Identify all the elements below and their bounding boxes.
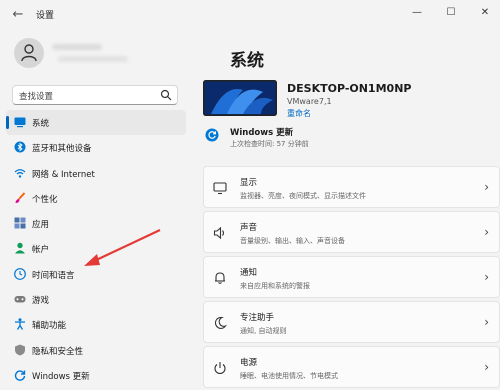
sidebar-item-label: 系统 xyxy=(32,119,50,129)
search-icon xyxy=(160,89,172,101)
settings-card-notifications[interactable]: 通知 来自应用和系统的警报 › xyxy=(203,256,500,298)
bell-icon xyxy=(215,272,225,284)
windows-update-icon xyxy=(14,370,26,381)
settings-card-power[interactable]: 电源 睡眠、电池使用情况、节电模式 › xyxy=(203,346,500,388)
sidebar-item-time-language[interactable]: 时间和语言 xyxy=(6,262,186,287)
card-title: 显示 xyxy=(240,178,258,188)
sidebar-item-windows-update[interactable]: Windows 更新 xyxy=(6,363,186,388)
monitor-icon xyxy=(213,182,227,195)
minimize-button[interactable]: — xyxy=(406,4,428,22)
device-thumbnail xyxy=(203,80,277,116)
person-icon xyxy=(15,243,25,254)
sidebar-item-label: 辅助功能 xyxy=(32,321,67,332)
chevron-right-icon: › xyxy=(484,270,489,284)
wifi-icon xyxy=(14,168,26,178)
device-name: DESKTOP-ON1M0NP xyxy=(287,82,412,95)
accessibility-icon xyxy=(15,318,25,331)
sidebar-item-label: 游戏 xyxy=(32,296,50,307)
device-model: VMware7,1 xyxy=(287,97,332,106)
back-button[interactable]: ← xyxy=(8,6,28,24)
moon-icon xyxy=(214,316,227,329)
card-description: 通知, 自动规则 xyxy=(240,327,287,335)
rename-link[interactable]: 重命名 xyxy=(287,108,311,119)
person-icon xyxy=(21,44,37,62)
settings-card-display[interactable]: 显示 监视器、亮度、夜间模式、显示描述文件 › xyxy=(203,166,500,208)
brush-icon xyxy=(15,192,26,203)
shield-icon xyxy=(15,344,25,356)
back-arrow-icon: ← xyxy=(12,7,24,22)
sidebar-item-bluetooth[interactable]: 蓝牙和其他设备 xyxy=(6,135,186,160)
system-icon xyxy=(14,117,26,128)
maximize-button[interactable]: ☐ xyxy=(440,4,462,22)
sidebar-item-label: 应用 xyxy=(32,220,50,231)
apps-icon xyxy=(14,217,26,229)
update-last-checked: 上次检查时间: 57 分钟前 xyxy=(230,140,309,148)
title-bar: ← 设置 — ☐ ✕ xyxy=(0,0,500,30)
card-description: 音量级别、输出、输入、声音设备 xyxy=(240,237,345,245)
chevron-right-icon: › xyxy=(484,315,489,329)
sidebar-item-privacy[interactable]: 隐私和安全性 xyxy=(6,338,186,363)
game-controller-icon xyxy=(14,296,26,303)
settings-card-sound[interactable]: 声音 音量级别、输出、输入、声音设备 › xyxy=(203,211,500,253)
sidebar-item-apps[interactable]: 应用 xyxy=(6,211,186,236)
windows-update-icon[interactable] xyxy=(205,128,219,142)
app-title: 设置 xyxy=(36,11,55,21)
sidebar-item-accounts[interactable]: 帐户 xyxy=(6,236,186,261)
sidebar-nav: 系统 蓝牙和其他设备 网络 & Internet 个性化 应用 帐户 时间和语言… xyxy=(6,110,186,388)
bluetooth-icon xyxy=(14,141,26,153)
page-title: 系统 xyxy=(230,51,264,71)
account-name-redacted xyxy=(52,44,102,50)
card-title: 电源 xyxy=(240,358,258,368)
chevron-right-icon: › xyxy=(484,180,489,194)
update-title[interactable]: Windows 更新 xyxy=(230,126,293,138)
search-input[interactable]: 查找设置 xyxy=(19,90,53,102)
sidebar-item-label: 隐私和安全性 xyxy=(32,346,84,357)
avatar[interactable] xyxy=(14,38,44,68)
card-title: 通知 xyxy=(240,268,258,278)
sidebar-item-accessibility[interactable]: 辅助功能 xyxy=(6,312,186,337)
sidebar-item-label: 网络 & Internet xyxy=(32,169,95,180)
speaker-icon xyxy=(213,226,225,240)
sidebar-item-gaming[interactable]: 游戏 xyxy=(6,287,186,312)
power-icon xyxy=(214,362,226,375)
card-title: 专注助手 xyxy=(240,313,275,323)
card-description: 监视器、亮度、夜间模式、显示描述文件 xyxy=(240,192,366,200)
chevron-right-icon: › xyxy=(484,225,489,239)
account-email-redacted xyxy=(58,56,128,62)
sidebar-item-label: 帐户 xyxy=(32,245,50,256)
globe-clock-icon xyxy=(14,267,26,280)
wallpaper-bloom-image xyxy=(203,80,277,116)
sidebar-item-personalization[interactable]: 个性化 xyxy=(6,186,186,211)
sidebar-item-label: 时间和语言 xyxy=(32,270,75,281)
chevron-right-icon: › xyxy=(484,360,489,374)
sidebar-item-label: 蓝牙和其他设备 xyxy=(32,144,92,155)
sidebar-item-system[interactable]: 系统 xyxy=(6,110,186,135)
close-button[interactable]: ✕ xyxy=(474,4,496,22)
card-title: 声音 xyxy=(240,223,258,233)
card-description: 睡眠、电池使用情况、节电模式 xyxy=(240,372,338,380)
search-box[interactable]: 查找设置 xyxy=(12,85,178,105)
sidebar-item-label: 个性化 xyxy=(32,194,58,205)
sidebar-item-label: Windows 更新 xyxy=(32,371,90,382)
card-description: 来自应用和系统的警报 xyxy=(240,282,310,290)
sidebar-item-network[interactable]: 网络 & Internet xyxy=(6,161,186,186)
settings-card-focus-assist[interactable]: 专注助手 通知, 自动规则 › xyxy=(203,301,500,343)
